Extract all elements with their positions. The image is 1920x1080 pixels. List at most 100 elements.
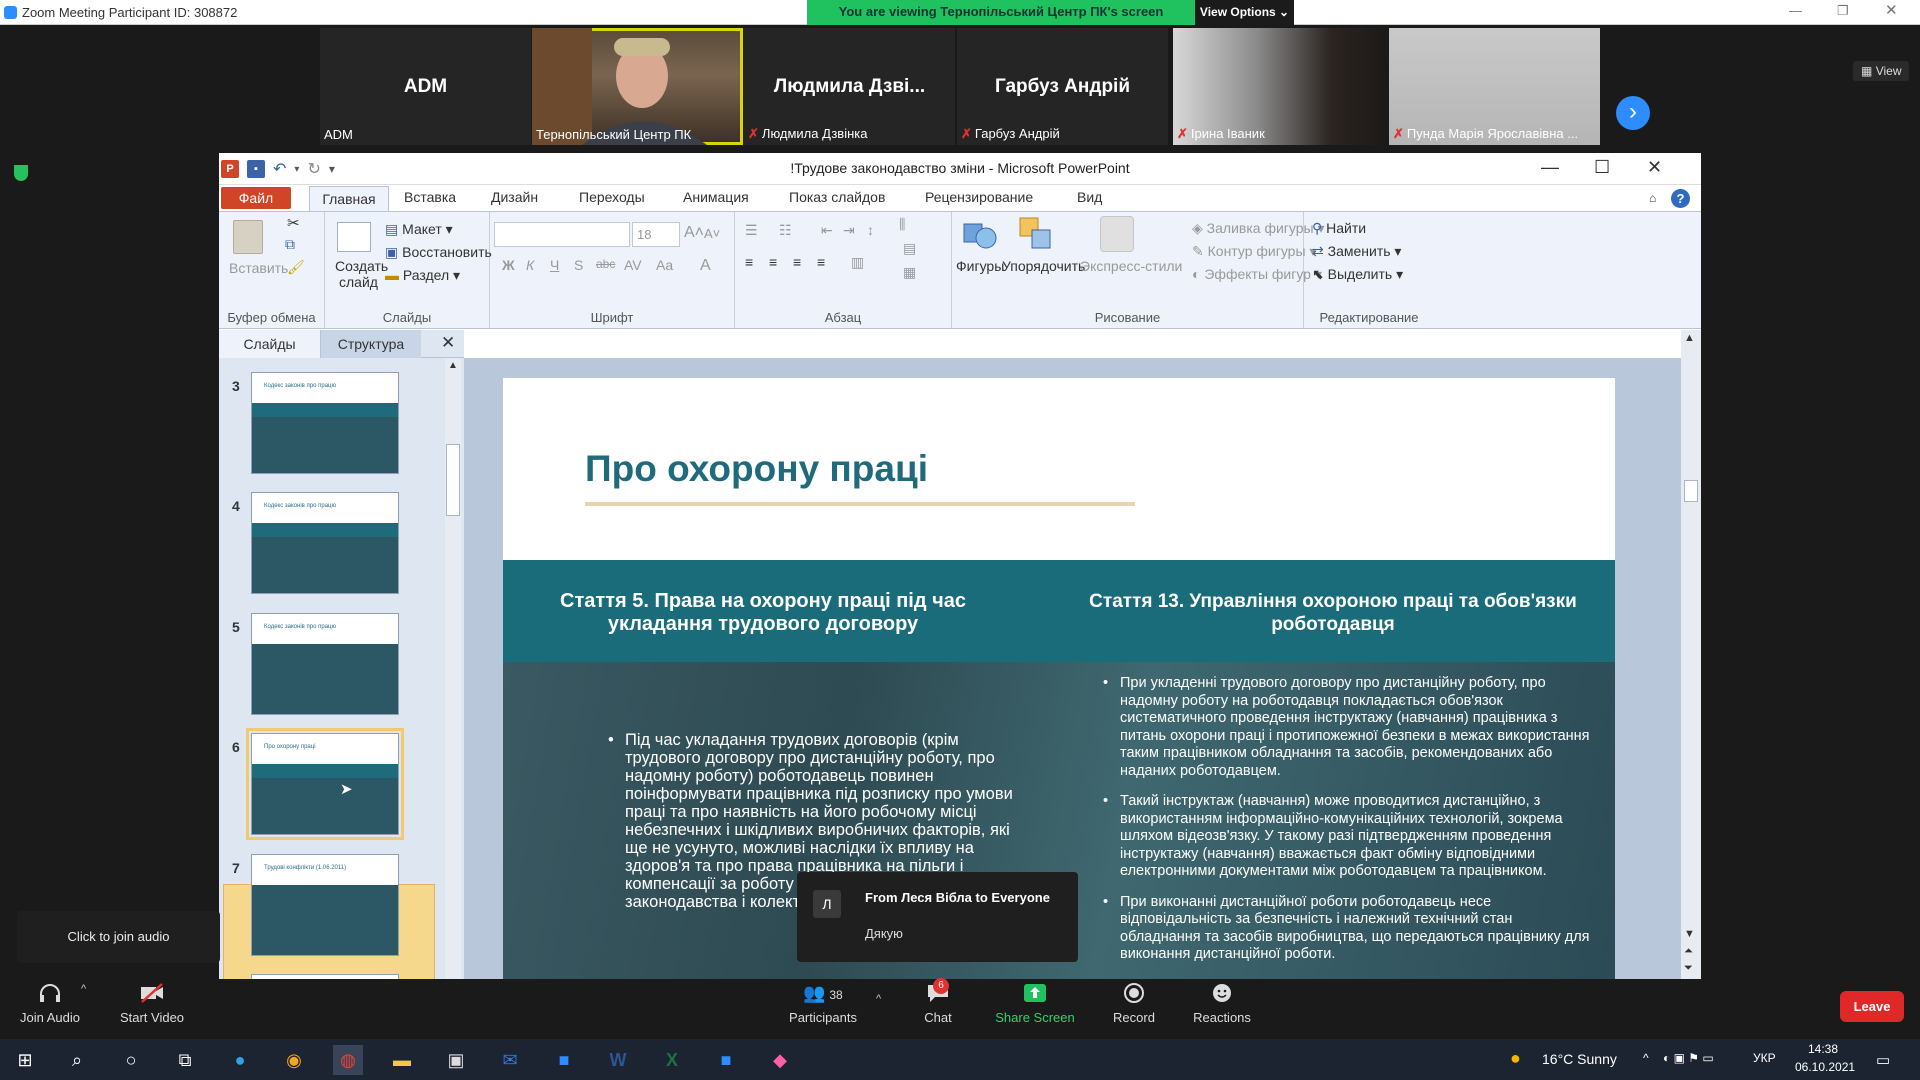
quick-styles-icon[interactable] — [1100, 216, 1134, 252]
restore-icon[interactable]: ❐ — [1837, 3, 1849, 19]
security-shield-icon[interactable] — [14, 165, 28, 181]
ribbon-collapse-icon[interactable]: ⌂ — [1649, 191, 1656, 205]
browser-icon[interactable]: ◉ — [279, 1045, 309, 1075]
justify-icon[interactable]: ≡ — [817, 254, 825, 270]
slide-thumbnail[interactable]: Кодекс законів про працю — [251, 372, 399, 474]
tray-icons[interactable]: ◐ ▣ ⚑ ▭ — [1663, 1051, 1714, 1065]
tab-review[interactable]: Рецензирование — [925, 189, 1033, 205]
scroll-up-icon[interactable]: ▲ — [448, 360, 458, 371]
paint-icon[interactable]: ◆ — [765, 1045, 795, 1075]
align-center-icon[interactable]: ≡ — [769, 254, 777, 270]
change-case-icon[interactable]: Aa — [656, 257, 673, 273]
next-slide-icon[interactable]: ⏷ — [1684, 962, 1693, 975]
scroll-down-icon[interactable]: ▼ — [1684, 928, 1695, 940]
shapes-icon[interactable] — [962, 218, 998, 252]
slide-thumbnail[interactable]: Кодекс законів про працю — [251, 492, 399, 594]
new-slide-label-2[interactable]: слайд — [339, 274, 378, 290]
next-page-button[interactable]: › — [1616, 96, 1650, 130]
ppt-close-icon[interactable]: ✕ — [1647, 157, 1662, 178]
shape-effects-button[interactable]: ◐ Эффекты фигур ▾ — [1192, 266, 1322, 283]
chat-button[interactable]: 6 Chat — [915, 978, 961, 1025]
zoom-taskbar-icon[interactable]: ■ — [549, 1045, 579, 1075]
clock-time[interactable]: 14:38 — [1808, 1042, 1838, 1056]
start-video-button[interactable]: Start Video — [112, 982, 192, 1025]
format-painter-icon[interactable]: 🖌 — [287, 259, 305, 276]
line-spacing-icon[interactable]: ↕ — [867, 222, 874, 238]
tab-home[interactable]: Главная — [309, 186, 389, 211]
arrange-icon[interactable] — [1018, 216, 1054, 252]
participant-tile[interactable]: ✗ Пунда Марія Ярославівна ... — [1389, 28, 1600, 145]
paste-icon[interactable] — [233, 220, 263, 254]
view-options-button[interactable]: View Options ⌄ — [1195, 0, 1294, 25]
ppt-maximize-icon[interactable]: ☐ — [1594, 157, 1610, 178]
zoom-app-icon[interactable]: ■ — [711, 1045, 741, 1075]
editor-scrollbar[interactable]: ▲ ▼ ⏶ ⏷ — [1681, 330, 1701, 979]
smartart-icon[interactable]: ▦ — [903, 264, 916, 281]
join-audio-button[interactable]: Join Audio — [14, 982, 86, 1025]
font-size-select[interactable]: 18 — [632, 222, 680, 247]
minimize-icon[interactable]: — — [1789, 3, 1802, 18]
tab-slides-pane[interactable]: Слайды — [219, 330, 321, 358]
share-screen-button[interactable]: Share Screen — [990, 982, 1080, 1025]
help-icon[interactable]: ? — [1671, 189, 1690, 208]
prev-slide-icon[interactable]: ⏶ — [1684, 945, 1693, 958]
new-slide-label-1[interactable]: Создать — [335, 258, 388, 274]
slide-thumbnail-selected[interactable]: Про охорону праці ➤ — [246, 728, 404, 840]
participant-tile[interactable]: ✗ Ірина Іваник — [1173, 28, 1384, 145]
record-button[interactable]: Record — [1105, 982, 1163, 1025]
text-direction-icon[interactable]: ⫼ — [899, 216, 905, 233]
close-pane-icon[interactable]: ✕ — [441, 333, 455, 353]
arrange-button[interactable]: Упорядочить — [1002, 258, 1085, 274]
tab-slideshow[interactable]: Показ слайдов — [789, 189, 885, 205]
select-button[interactable]: ⬉ Выделить ▾ — [1312, 266, 1403, 283]
bold-icon[interactable]: Ж — [502, 257, 515, 273]
clock-date[interactable]: 06.10.2021 — [1795, 1060, 1855, 1074]
participants-button[interactable]: 👥 38 Participants — [783, 982, 863, 1025]
numbering-icon[interactable]: ☷ — [779, 222, 792, 239]
participant-tile[interactable]: Гарбуз Андрій ✗ Гарбуз Андрій — [957, 28, 1168, 145]
participants-caret-icon[interactable]: ^ — [876, 993, 881, 1005]
italic-icon[interactable]: К — [526, 257, 534, 273]
weather-sun-icon[interactable]: ● — [1510, 1048, 1521, 1069]
tray-overflow-icon[interactable]: ^ — [1643, 1051, 1649, 1065]
replace-button[interactable]: ⇄ Заменить ▾ — [1312, 243, 1401, 260]
slide-thumbnail[interactable]: Трудові конфлікти (1.06.2011) — [251, 854, 399, 956]
scrollbar-thumb[interactable] — [446, 444, 460, 516]
leave-button[interactable]: Leave — [1840, 991, 1904, 1022]
edge-browser-icon[interactable]: ● — [225, 1045, 255, 1075]
align-left-icon[interactable]: ≡ — [745, 254, 753, 270]
tab-insert[interactable]: Вставка — [404, 189, 456, 205]
excel-icon[interactable]: X — [657, 1045, 687, 1075]
char-spacing-icon[interactable]: AV — [624, 257, 642, 273]
section-button[interactable]: ▬ Раздел ▾ — [385, 267, 460, 284]
new-slide-icon[interactable] — [337, 222, 371, 252]
participant-tile-speaker[interactable]: Тернопільський Центр ПК — [532, 28, 743, 145]
language-indicator[interactable]: УКР — [1753, 1051, 1776, 1065]
align-text-icon[interactable]: ▤ — [903, 240, 916, 257]
copy-icon[interactable]: ⧉ — [285, 236, 295, 253]
quick-styles-button[interactable]: Экспресс-стили — [1080, 258, 1182, 274]
grow-font-icon[interactable]: A˄ — [684, 224, 704, 242]
search-icon[interactable]: ⌕ — [62, 1045, 92, 1075]
tab-file[interactable]: Файл — [221, 187, 291, 209]
task-view-icon[interactable]: ⧉ — [170, 1045, 200, 1075]
columns-icon[interactable]: ▥ — [851, 254, 864, 271]
tab-outline-pane[interactable]: Структура — [321, 330, 421, 358]
scrollbar-thumb[interactable] — [1684, 480, 1698, 502]
mail-icon[interactable]: ✉ — [495, 1045, 525, 1075]
chat-notification[interactable]: Л From Леся Вібла to Everyone Дякую — [797, 872, 1078, 962]
tab-view[interactable]: Вид — [1077, 189, 1102, 205]
find-button[interactable]: ⚲ Найти — [1312, 220, 1366, 237]
notifications-icon[interactable]: ▭ — [1876, 1051, 1890, 1069]
windows-start-icon[interactable]: ⊞ — [10, 1045, 40, 1075]
slide-thumbnail[interactable]: Кодекс законів про працю — [251, 613, 399, 715]
word-icon[interactable]: W — [603, 1045, 633, 1075]
scroll-up-icon[interactable]: ▲ — [1684, 332, 1695, 344]
shape-outline-button[interactable]: ✎ Контур фигуры ▾ — [1192, 243, 1316, 260]
font-family-select[interactable] — [494, 222, 630, 247]
tab-transitions[interactable]: Переходы — [579, 189, 645, 205]
participant-tile[interactable]: ADM ADM — [320, 28, 531, 145]
increase-indent-icon[interactable]: ⇥ — [843, 222, 855, 239]
paste-button[interactable]: Вставить — [229, 260, 288, 276]
close-icon[interactable]: ✕ — [1885, 1, 1898, 19]
